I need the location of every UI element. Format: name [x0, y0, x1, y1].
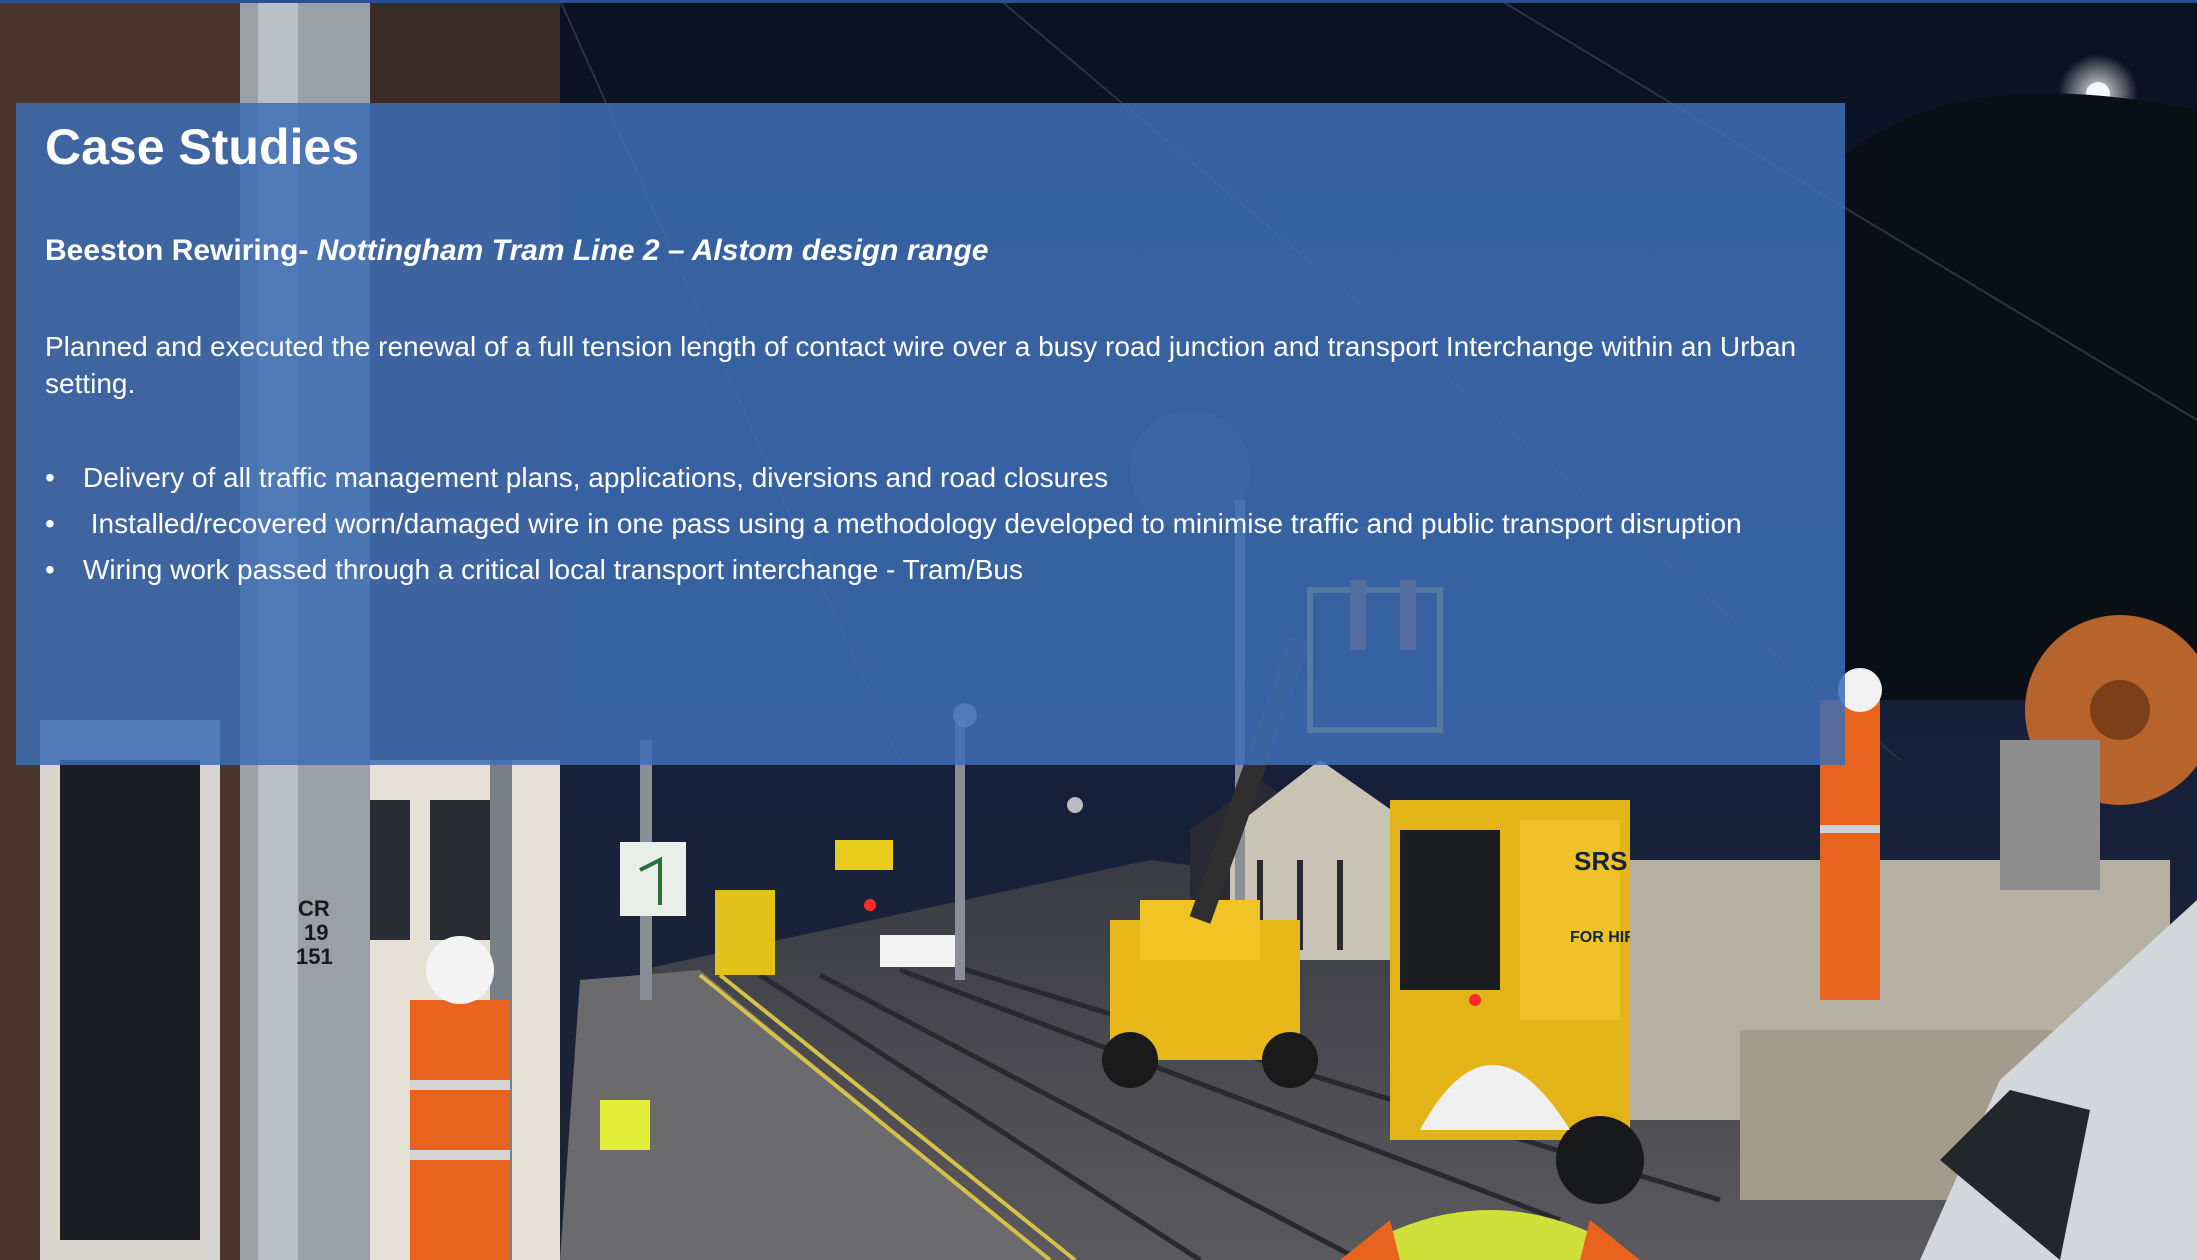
worker-left: [410, 1000, 510, 1260]
truck-logo: SRS: [1574, 846, 1627, 876]
bullet-item: • Installed/recovered worn/damaged wire …: [45, 501, 1742, 547]
subtitle-project: Beeston Rewiring-: [45, 234, 317, 267]
bullet-text: Delivery of all traffic management plans…: [83, 462, 1109, 493]
pole-label-3: 151: [296, 944, 333, 969]
bullet-item: • Wiring work passed through a critical l…: [45, 547, 1742, 593]
top-accent-line: [0, 0, 2197, 3]
pole-label-1: CR: [298, 896, 330, 921]
bullet-text: Wiring work passed through a critical lo…: [83, 554, 1023, 585]
pole-label-2: 19: [304, 920, 328, 945]
subtitle-client: Nottingham Tram Line 2 – Alstom design r…: [316, 234, 989, 267]
bullet-dot: •: [45, 554, 55, 585]
bullet-dot: •: [45, 462, 55, 493]
bullet-item: • Delivery of all traffic management plan…: [45, 455, 1742, 501]
page-title: Case Studies: [45, 119, 360, 175]
bullet-text: Installed/recovered worn/damaged wire in…: [83, 508, 1742, 539]
road-sign: [620, 842, 686, 916]
bullet-list: • Delivery of all traffic management plan…: [45, 455, 1742, 593]
case-study-subtitle: Beeston Rewiring- Nottingham Tram Line 2…: [45, 234, 988, 268]
case-study-description: Planned and executed the renewal of a fu…: [45, 331, 1797, 399]
bullet-dot: •: [45, 508, 55, 539]
text-overlay-panel: [16, 103, 1845, 765]
